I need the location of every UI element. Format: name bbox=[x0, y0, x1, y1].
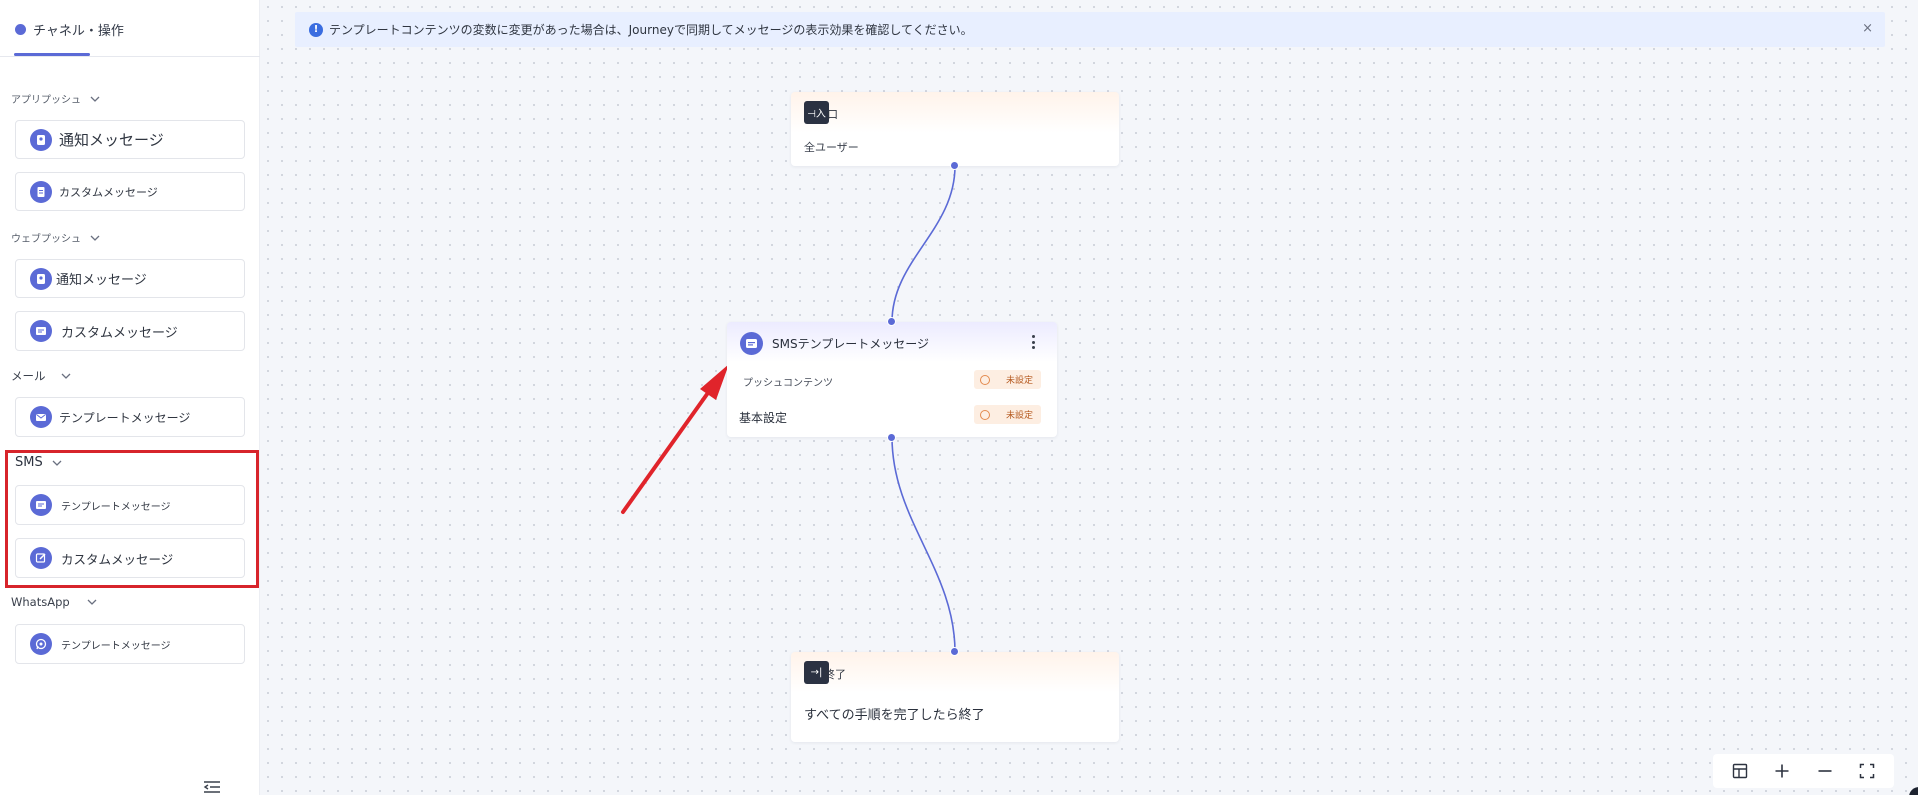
item-label: カスタムメッセージ bbox=[61, 325, 178, 341]
push-content-label: プッシュコンテンツ bbox=[743, 378, 833, 389]
push-content-status-badge[interactable]: 未設定 bbox=[974, 370, 1041, 389]
layout-icon[interactable] bbox=[1729, 760, 1751, 782]
more-options-icon[interactable] bbox=[1029, 333, 1037, 351]
canvas-toolbar bbox=[1713, 754, 1894, 788]
notification-icon bbox=[30, 128, 52, 151]
sms-node-title: SMSテンプレートメッセージ bbox=[772, 337, 929, 351]
message-icon bbox=[30, 320, 52, 342]
web-push-custom-item[interactable]: カスタムメッセージ bbox=[15, 311, 245, 351]
tab-underline bbox=[14, 53, 90, 56]
tab-dot-icon bbox=[15, 24, 26, 35]
info-notice-banner: ! テンプレートコンテンツの変数に変更があった場合は、Journeyで同期してメ… bbox=[295, 12, 1885, 47]
collapse-left-icon[interactable] bbox=[203, 780, 221, 794]
end-node-title: 終了 bbox=[824, 668, 846, 681]
start-node[interactable]: ⊣入 口 全ユーザー bbox=[791, 92, 1119, 166]
push-content-status: 未設定 bbox=[1006, 376, 1034, 386]
web-push-notification-item[interactable]: 通知メッセージ bbox=[15, 259, 245, 298]
sms-node-output-handle[interactable] bbox=[887, 433, 896, 442]
end-node-text: すべての手順を完了したら終了 bbox=[804, 708, 985, 723]
sms-template-node[interactable]: SMSテンプレートメッセージ プッシュコンテンツ 未設定 基本設定 未設定 bbox=[727, 322, 1057, 437]
tab-label: チャネル・操作 bbox=[33, 24, 124, 39]
info-icon: ! bbox=[309, 22, 323, 37]
chevron-down-icon bbox=[90, 235, 100, 241]
basic-settings-status: 未設定 bbox=[1006, 411, 1034, 421]
channel-sidebar: チャネル・操作 アプリプッシュ 通知メッセージ カスタムメッセージ ウェブプッシ… bbox=[0, 0, 260, 795]
zoom-in-icon[interactable] bbox=[1771, 760, 1793, 782]
group-whatsapp[interactable]: WhatsApp bbox=[11, 595, 98, 609]
notification-icon bbox=[30, 267, 52, 290]
item-label: 通知メッセージ bbox=[59, 131, 164, 149]
group-title: ウェブプッシュ bbox=[11, 234, 81, 245]
close-icon[interactable]: × bbox=[1862, 22, 1873, 36]
fullscreen-icon[interactable] bbox=[1856, 760, 1878, 782]
item-label: カスタムメッセージ bbox=[59, 185, 158, 199]
group-title: メール bbox=[11, 369, 46, 383]
group-app-push[interactable]: アプリプッシュ bbox=[11, 91, 101, 106]
start-node-output-handle[interactable] bbox=[950, 161, 959, 170]
sms-icon bbox=[740, 332, 763, 355]
app-push-notification-item[interactable]: 通知メッセージ bbox=[15, 120, 245, 159]
notice-message: テンプレートコンテンツの変数に変更があった場合は、Journeyで同期してメッセ… bbox=[329, 23, 973, 37]
mail-icon bbox=[30, 406, 52, 428]
start-badge: ⊣入 bbox=[804, 101, 829, 124]
start-node-title: 口 bbox=[827, 108, 838, 121]
end-node-input-handle[interactable] bbox=[950, 647, 959, 656]
basic-settings-status-badge[interactable]: 未設定 bbox=[974, 405, 1041, 424]
clock-icon bbox=[980, 374, 990, 385]
clock-icon bbox=[980, 409, 990, 420]
zoom-out-icon[interactable] bbox=[1814, 760, 1836, 782]
group-title: アプリプッシュ bbox=[11, 95, 81, 106]
item-label: 通知メッセージ bbox=[56, 273, 147, 288]
whatsapp-template-item[interactable]: テンプレートメッセージ bbox=[15, 624, 245, 664]
sms-section-highlight bbox=[5, 450, 259, 588]
start-node-text: 全ユーザー bbox=[804, 141, 859, 154]
group-web-push[interactable]: ウェブプッシュ bbox=[11, 230, 101, 245]
document-icon bbox=[30, 180, 52, 203]
item-label: テンプレートメッセージ bbox=[61, 640, 171, 652]
end-node[interactable]: →| 終了 すべての手順を完了したら終了 bbox=[791, 652, 1119, 742]
chevron-down-icon bbox=[87, 599, 97, 605]
tab-channel-operations[interactable]: チャネル・操作 bbox=[0, 0, 260, 57]
group-mail[interactable]: メール bbox=[11, 368, 72, 384]
chevron-down-icon bbox=[90, 96, 100, 102]
item-label: テンプレートメッセージ bbox=[59, 410, 191, 425]
mail-template-item[interactable]: テンプレートメッセージ bbox=[15, 397, 245, 437]
whatsapp-icon bbox=[30, 633, 52, 655]
chevron-down-icon bbox=[61, 373, 70, 379]
basic-settings-label: 基本設定 bbox=[739, 411, 788, 425]
group-title: WhatsApp bbox=[11, 595, 70, 609]
sms-node-input-handle[interactable] bbox=[887, 317, 896, 326]
app-push-custom-item[interactable]: カスタムメッセージ bbox=[15, 172, 245, 211]
